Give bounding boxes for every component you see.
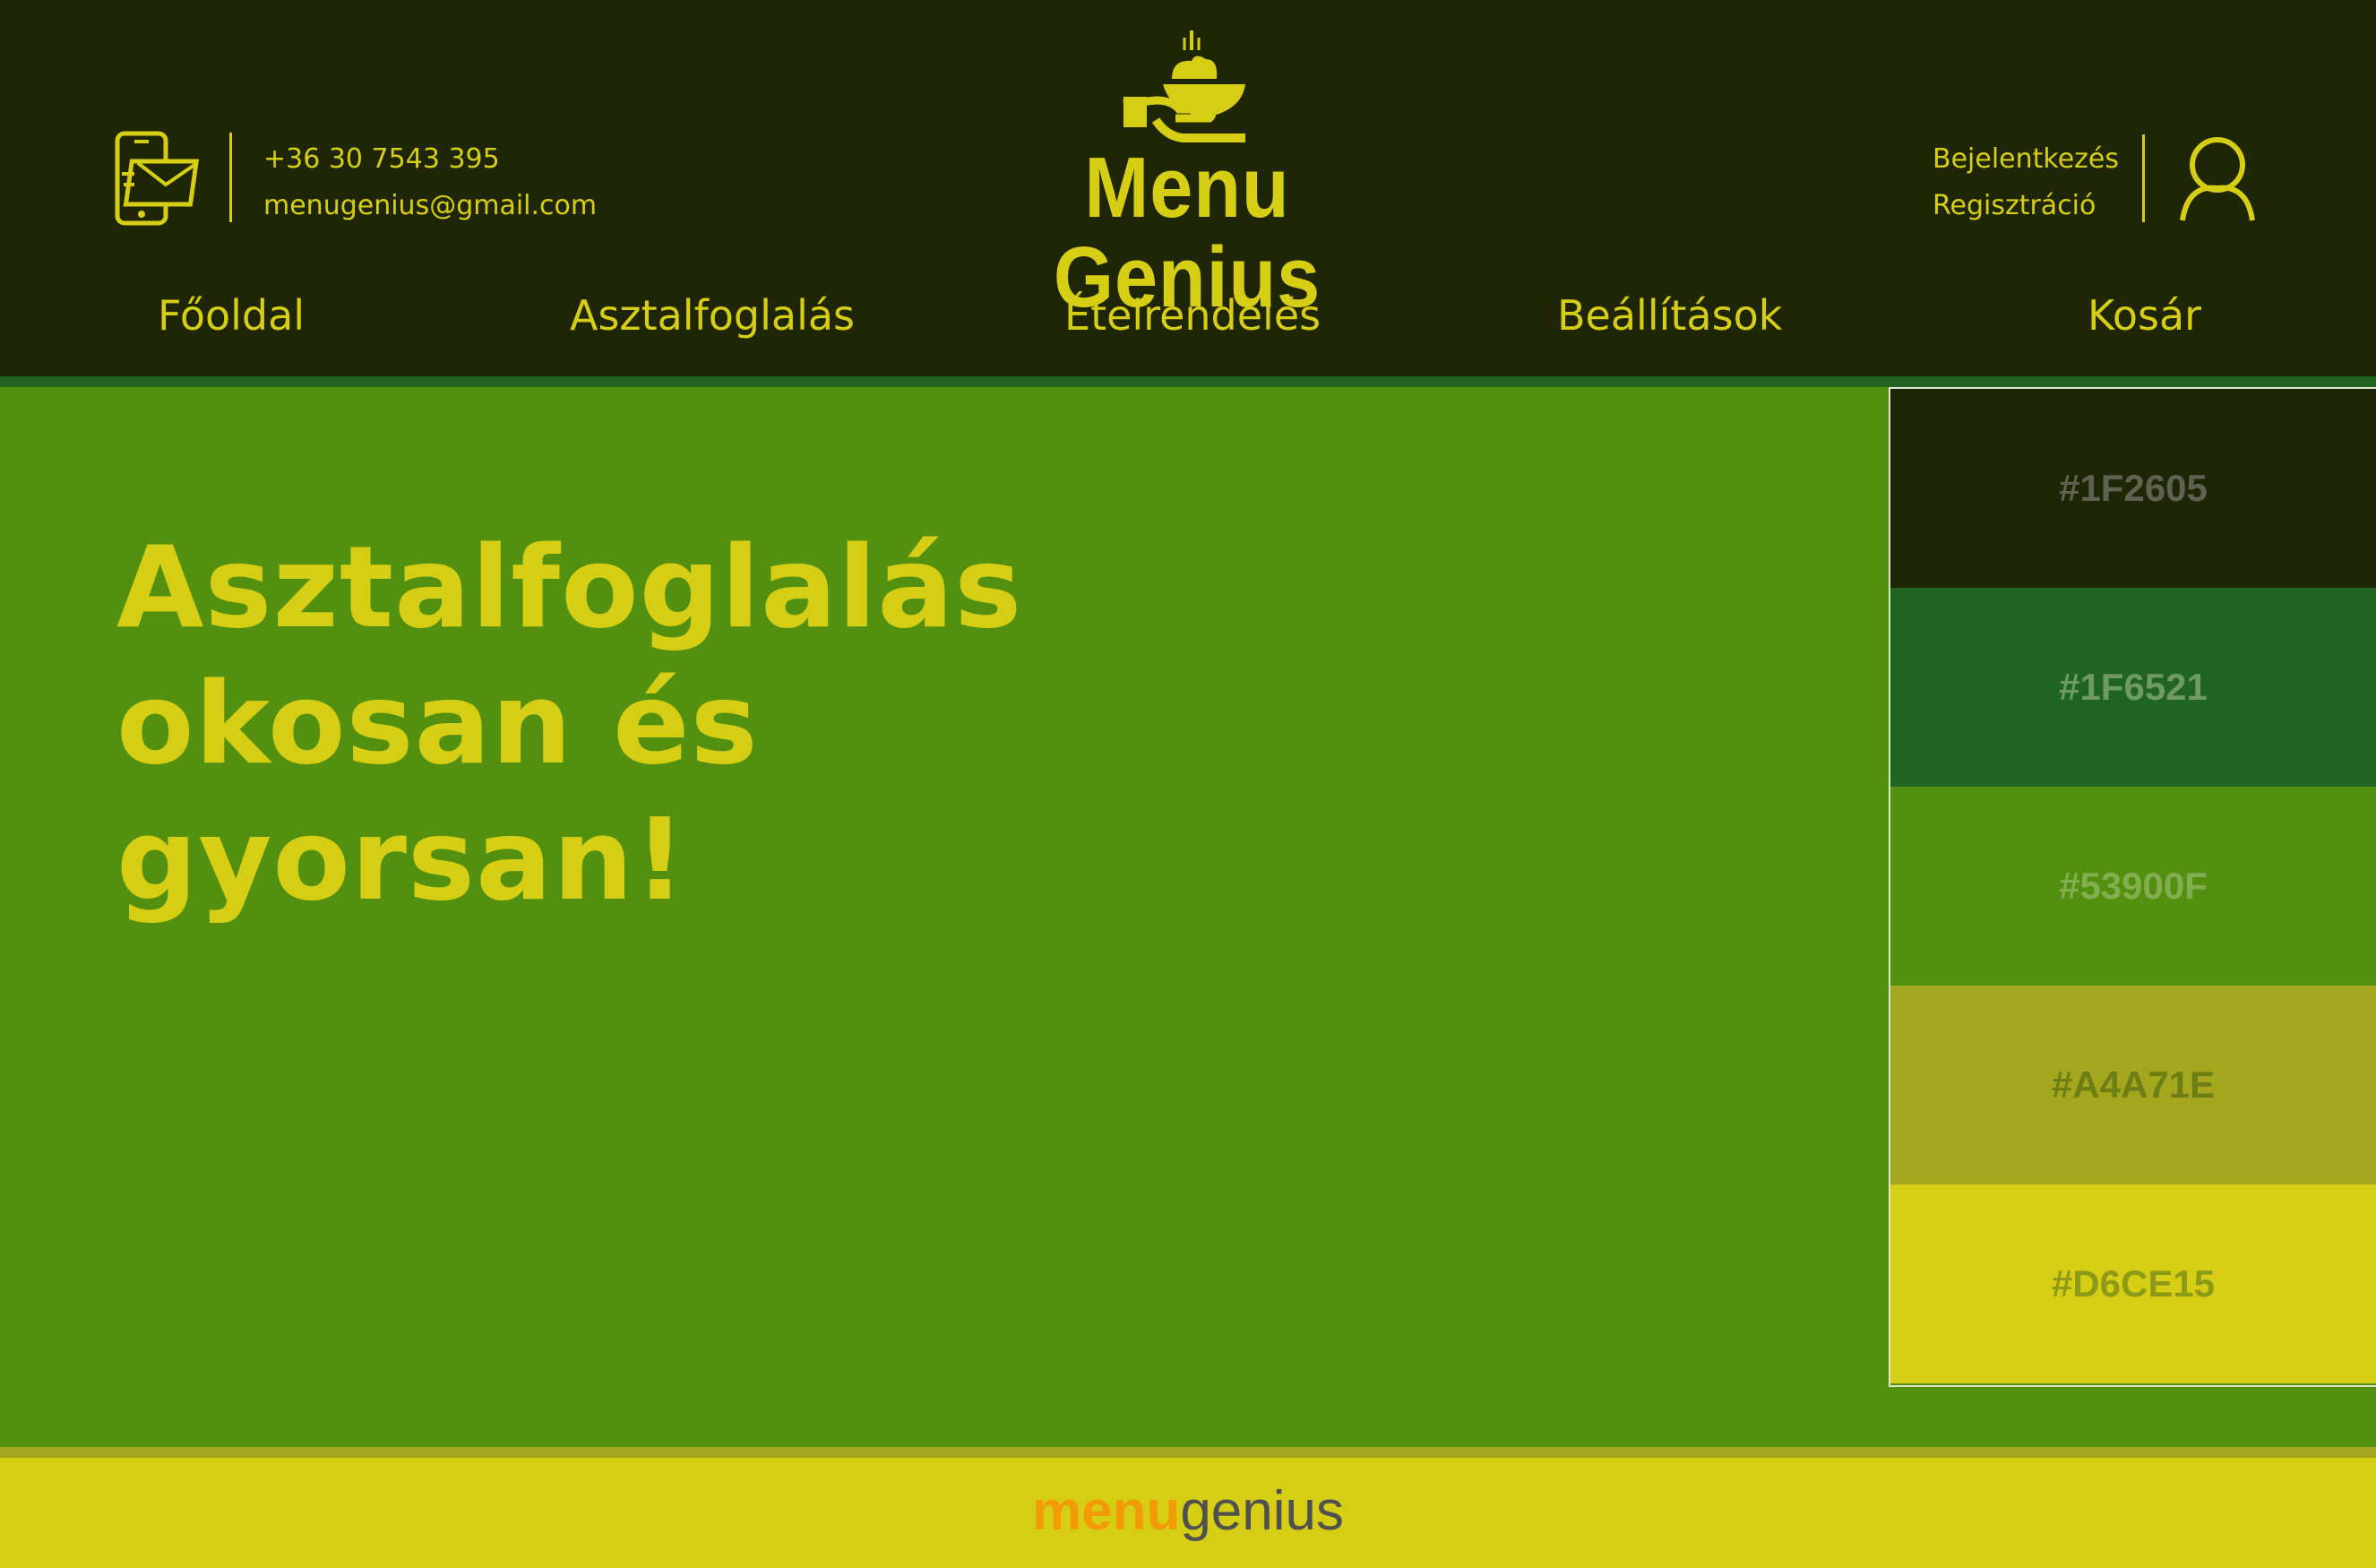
nav-item-food-order[interactable]: Ételrendelés bbox=[1064, 289, 1321, 342]
auth-divider bbox=[2142, 134, 2145, 222]
header-divider bbox=[0, 376, 2376, 387]
palette-swatch: #A4A71E bbox=[1890, 986, 2376, 1185]
footer-logo-genius: genius bbox=[1180, 1480, 1345, 1542]
logo-serving-hand-icon[interactable] bbox=[1120, 27, 1254, 143]
palette-swatch: #D6CE15 bbox=[1890, 1185, 2376, 1383]
email-address[interactable]: menugenius@gmail.com bbox=[263, 183, 597, 229]
auth-links: Bejelentkezés Regisztráció bbox=[1933, 136, 2119, 229]
user-icon[interactable] bbox=[2179, 133, 2256, 224]
hero-title: Asztalfoglalás okosan és gyorsan! bbox=[116, 521, 1023, 926]
palette-swatch: #1F2605 bbox=[1890, 389, 2376, 588]
nav-item-cart[interactable]: Kosár bbox=[2088, 289, 2201, 342]
phone-number[interactable]: +36 30 7543 395 bbox=[263, 136, 597, 183]
footer-logo[interactable]: menugenius bbox=[0, 1480, 2376, 1543]
phone-mail-icon bbox=[115, 131, 200, 226]
register-link[interactable]: Regisztráció bbox=[1933, 183, 2119, 229]
contact-info: +36 30 7543 395 menugenius@gmail.com bbox=[263, 136, 597, 229]
footer-divider bbox=[0, 1447, 2376, 1458]
nav-item-table-booking[interactable]: Asztalfoglalás bbox=[570, 289, 855, 342]
palette-swatch: #53900F bbox=[1890, 787, 2376, 986]
nav-item-settings[interactable]: Beállítások bbox=[1557, 289, 1782, 342]
login-link[interactable]: Bejelentkezés bbox=[1933, 136, 2119, 183]
contact-divider bbox=[229, 133, 232, 222]
palette-swatch: #1F6521 bbox=[1890, 588, 2376, 787]
nav-item-home[interactable]: Főoldal bbox=[158, 289, 305, 342]
footer-logo-menu: menu bbox=[1031, 1480, 1181, 1542]
